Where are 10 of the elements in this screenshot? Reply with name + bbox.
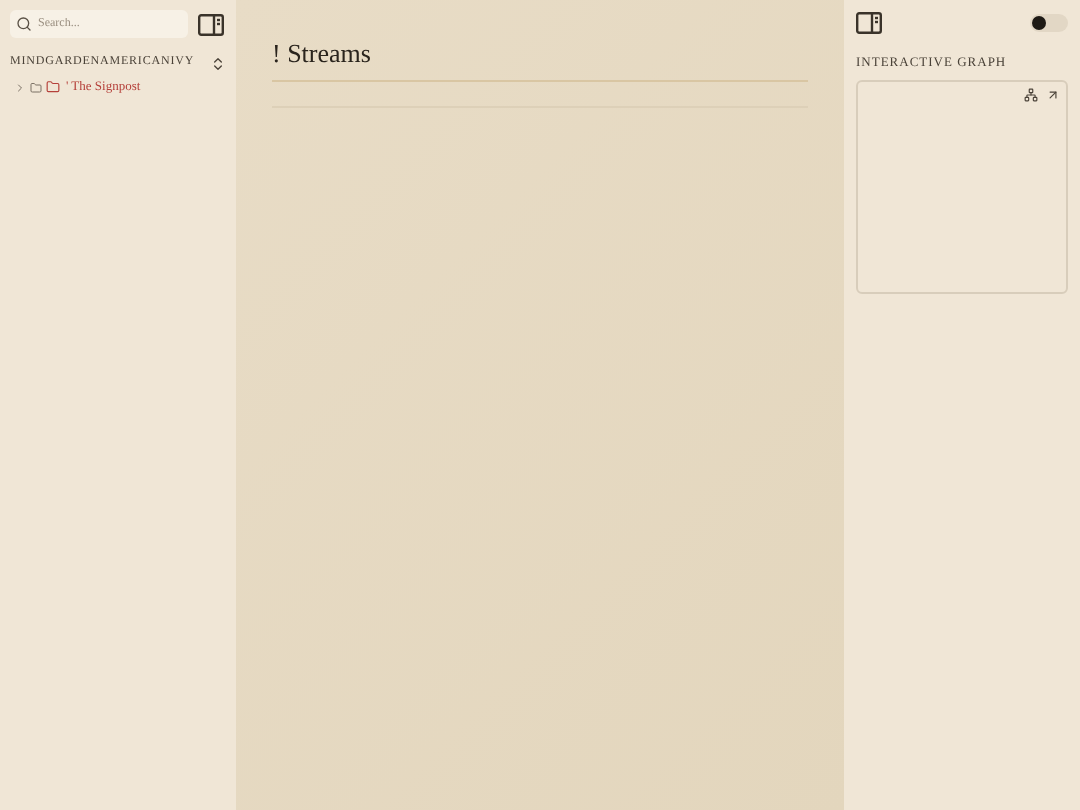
folder-icon bbox=[46, 80, 60, 95]
expand-icon[interactable] bbox=[1046, 87, 1060, 102]
page-title: ! Streams bbox=[272, 36, 373, 72]
sidebar-toggle-icon[interactable] bbox=[198, 13, 224, 35]
vault-switch-icon[interactable] bbox=[210, 55, 226, 71]
dark-mode-toggle[interactable] bbox=[1030, 14, 1068, 32]
global-graph-icon[interactable] bbox=[1024, 87, 1038, 102]
search-icon bbox=[16, 16, 32, 32]
sidebar-toggle-icon[interactable] bbox=[856, 12, 882, 34]
folder-icon bbox=[30, 81, 42, 94]
